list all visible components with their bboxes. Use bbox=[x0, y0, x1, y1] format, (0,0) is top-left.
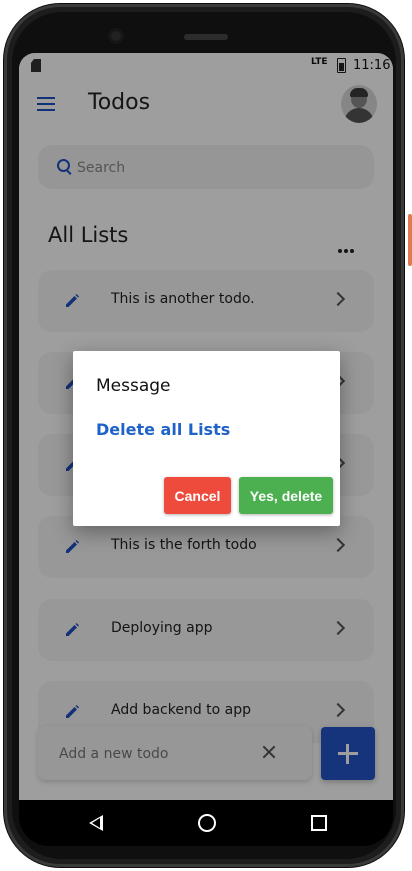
system-nav-bar bbox=[19, 800, 393, 846]
screen: LTE 11:16 Todos All Lists This is anothe… bbox=[19, 53, 393, 800]
recent-apps-icon[interactable] bbox=[311, 815, 327, 831]
cancel-button[interactable]: Cancel bbox=[164, 477, 231, 514]
back-icon[interactable] bbox=[89, 815, 103, 831]
earpiece-speaker bbox=[184, 34, 228, 40]
dialog-message: Delete all Lists bbox=[96, 420, 231, 439]
side-button bbox=[408, 214, 412, 266]
front-camera bbox=[108, 28, 124, 44]
confirm-dialog: Message Delete all Lists Cancel Yes, del… bbox=[73, 351, 340, 526]
dialog-title: Message bbox=[96, 376, 171, 396]
home-icon[interactable] bbox=[198, 814, 216, 832]
confirm-delete-button[interactable]: Yes, delete bbox=[239, 477, 333, 514]
